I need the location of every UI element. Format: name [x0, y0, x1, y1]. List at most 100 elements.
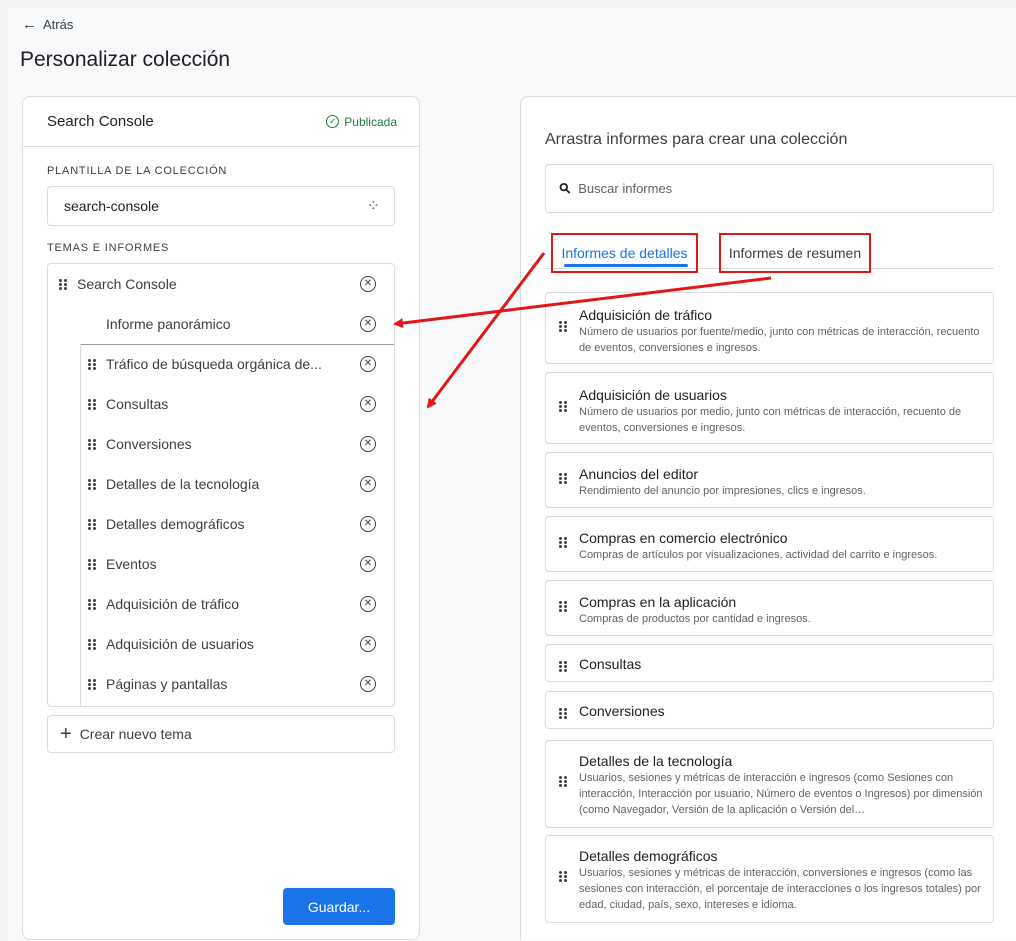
- report-row[interactable]: Adquisición de tráfico ✕: [48, 584, 394, 624]
- report-label: Detalles de la tecnología: [106, 476, 260, 492]
- report-card[interactable]: Conversiones: [545, 691, 994, 729]
- template-value: search-console: [64, 198, 159, 214]
- report-row[interactable]: Detalles de la tecnología ✕: [48, 464, 394, 504]
- report-card[interactable]: Anuncios del editor Rendimiento del anunc…: [545, 452, 994, 508]
- drag-handle-icon[interactable]: [88, 518, 96, 530]
- topics-list: Search Console ✕ Informe panorámico ✕ Tr…: [47, 263, 395, 707]
- drag-handle-icon[interactable]: [559, 400, 567, 412]
- drag-handle-icon[interactable]: [559, 707, 567, 719]
- drag-handle-icon[interactable]: [88, 478, 96, 490]
- report-label: Conversiones: [106, 436, 192, 452]
- collection-name: Search Console: [47, 113, 154, 130]
- report-card-title: Consultas: [579, 656, 642, 672]
- tab-summary-reports[interactable]: Informes de resumen: [719, 233, 871, 273]
- report-card[interactable]: Detalles de la tecnología Usuarios, sesio…: [545, 740, 994, 828]
- drag-handle-icon[interactable]: [88, 438, 96, 450]
- drag-handle-icon[interactable]: [59, 278, 67, 290]
- report-card-title: Adquisición de usuarios: [579, 387, 727, 403]
- report-card-description: Compras de productos por cantidad e ingr…: [579, 613, 811, 625]
- drag-handle-icon[interactable]: [559, 600, 567, 612]
- drag-handle-icon[interactable]: [88, 638, 96, 650]
- remove-icon[interactable]: ✕: [360, 476, 376, 492]
- report-row[interactable]: Adquisición de usuarios ✕: [48, 624, 394, 664]
- remove-icon[interactable]: ✕: [360, 596, 376, 612]
- tab-detail-reports[interactable]: Informes de detalles: [551, 233, 698, 273]
- report-row[interactable]: Detalles demográficos ✕: [48, 504, 394, 544]
- collection-panel: Search Console ✓ Publicada PLANTILLA DE …: [22, 96, 420, 940]
- drag-handle-icon[interactable]: [88, 558, 96, 570]
- drag-handle-icon[interactable]: [559, 775, 567, 787]
- report-card-description: Número de usuarios por fuente/medio, jun…: [579, 326, 980, 354]
- remove-icon[interactable]: ✕: [360, 356, 376, 372]
- drag-handle-icon[interactable]: [559, 536, 567, 548]
- remove-icon[interactable]: ✕: [360, 316, 376, 332]
- collection-header: Search Console ✓ Publicada: [23, 97, 419, 147]
- report-card-description: Rendimiento del anuncio por impresiones,…: [579, 485, 866, 497]
- check-circle-icon: ✓: [326, 115, 340, 128]
- overview-label: Informe panorámico: [106, 316, 231, 332]
- library-title: Arrastra informes para crear una colecci…: [545, 131, 848, 148]
- report-card[interactable]: Adquisición de tráfico Número de usuarios…: [545, 292, 994, 364]
- drag-handle-icon[interactable]: [559, 870, 567, 882]
- page-title: Personalizar colección: [20, 48, 231, 71]
- template-field[interactable]: search-console ⁘: [47, 186, 395, 226]
- report-card-title: Detalles demográficos: [579, 848, 718, 864]
- remove-icon[interactable]: ✕: [360, 516, 376, 532]
- arrow-left-icon: ←: [22, 16, 37, 33]
- report-row[interactable]: Conversiones ✕: [48, 424, 394, 464]
- unlink-icon[interactable]: ⁘: [367, 196, 380, 216]
- drag-handle-icon[interactable]: [559, 320, 567, 332]
- report-row[interactable]: Tráfico de búsqueda orgánica de... ✕: [48, 344, 394, 384]
- overview-row[interactable]: Informe panorámico ✕: [48, 304, 394, 344]
- drag-handle-icon[interactable]: [559, 472, 567, 484]
- report-card[interactable]: Compras en la aplicación Compras de produ…: [545, 580, 994, 636]
- save-button[interactable]: Guardar...: [283, 888, 395, 925]
- drag-handle-icon[interactable]: [88, 678, 96, 690]
- report-card-title: Conversiones: [579, 703, 665, 719]
- report-card-title: Detalles de la tecnología: [579, 753, 733, 769]
- report-card-title: Compras en la aplicación: [579, 594, 737, 610]
- remove-icon[interactable]: ✕: [360, 436, 376, 452]
- status-badge: ✓ Publicada: [326, 115, 397, 129]
- report-card-description: Usuarios, sesiones y métricas de interac…: [579, 772, 983, 816]
- report-card[interactable]: Detalles demográficos Usuarios, sesiones …: [545, 835, 994, 923]
- report-label: Adquisición de usuarios: [106, 636, 254, 652]
- drag-handle-icon[interactable]: [88, 398, 96, 410]
- back-label: Atrás: [43, 17, 74, 32]
- page: ← Atrás Personalizar colección Search Co…: [8, 8, 1016, 941]
- report-card-description: Compras de artículos por visualizaciones…: [579, 549, 938, 561]
- report-label: Consultas: [106, 396, 169, 412]
- report-label: Detalles demográficos: [106, 516, 245, 532]
- report-card[interactable]: Consultas: [545, 644, 994, 682]
- report-row[interactable]: Eventos ✕: [48, 544, 394, 584]
- report-card-title: Anuncios del editor: [579, 466, 699, 482]
- back-link[interactable]: ← Atrás: [22, 16, 73, 33]
- drag-handle-icon[interactable]: [88, 598, 96, 610]
- report-card-title: Compras en comercio electrónico: [579, 530, 788, 546]
- topics-section-label: TEMAS E INFORMES: [47, 242, 170, 254]
- remove-icon[interactable]: ✕: [360, 636, 376, 652]
- report-row[interactable]: Consultas ✕: [48, 384, 394, 424]
- remove-icon[interactable]: ✕: [360, 276, 376, 292]
- remove-icon[interactable]: ✕: [360, 556, 376, 572]
- remove-icon[interactable]: ✕: [360, 396, 376, 412]
- topic-row[interactable]: Search Console ✕: [48, 264, 394, 304]
- drag-handle-icon[interactable]: [88, 358, 96, 370]
- tab-label: Informes de resumen: [728, 245, 862, 261]
- report-card-description: Número de usuarios por medio, junto con …: [579, 406, 962, 434]
- report-label: Adquisición de tráfico: [106, 596, 240, 612]
- create-topic-label: Crear nuevo tema: [79, 726, 192, 742]
- report-label: Tráfico de búsqueda orgánica de...: [106, 356, 322, 372]
- report-tabs: Informes de detalles Informes de resumen: [545, 228, 994, 273]
- active-tab-indicator: [564, 264, 688, 267]
- report-card-description: Usuarios, sesiones y métricas de interac…: [579, 867, 981, 911]
- search-input[interactable]: ⚲ Buscar informes: [545, 164, 994, 213]
- report-card[interactable]: Compras en comercio electrónico Compras d…: [545, 516, 994, 572]
- report-label: Páginas y pantallas: [106, 676, 228, 692]
- create-topic-button[interactable]: + Crear nuevo tema: [47, 715, 395, 753]
- report-row[interactable]: Páginas y pantallas ✕: [48, 664, 394, 704]
- drag-handle-icon[interactable]: [559, 660, 567, 672]
- remove-icon[interactable]: ✕: [360, 676, 376, 692]
- report-card[interactable]: Adquisición de usuarios Número de usuario…: [545, 372, 994, 444]
- template-section-label: PLANTILLA DE LA COLECCIÓN: [47, 165, 228, 177]
